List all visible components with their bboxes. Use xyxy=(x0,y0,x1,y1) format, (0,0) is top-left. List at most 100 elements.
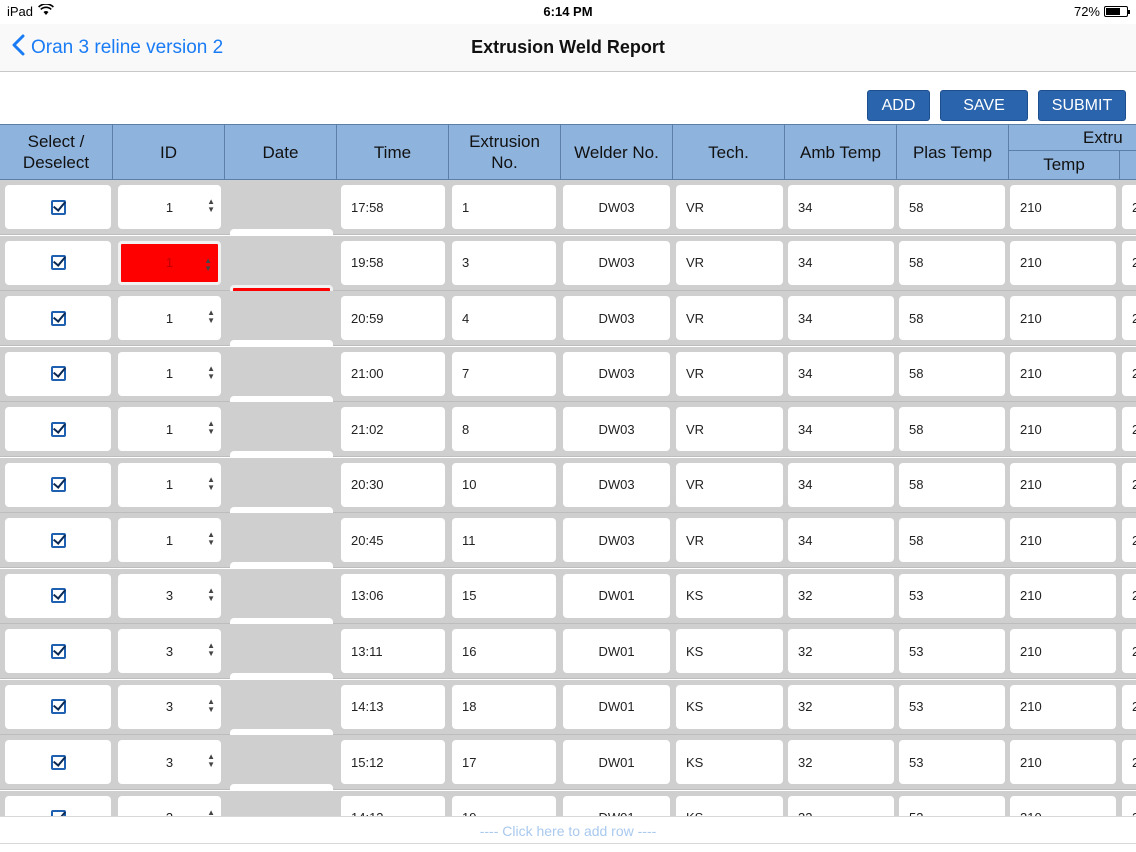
welder-no-field[interactable]: DW03 xyxy=(563,462,670,507)
select-checkbox[interactable] xyxy=(5,795,111,816)
tech-field[interactable]: VR xyxy=(676,351,783,396)
extrusion-temp-field[interactable]: 210 xyxy=(1010,462,1116,507)
next-column-field[interactable]: 2 xyxy=(1122,462,1136,507)
welder-no-field[interactable]: DW01 xyxy=(563,629,670,673)
id-stepper[interactable]: 3 ▲▼ xyxy=(118,573,221,618)
time-field[interactable]: 13:11 xyxy=(341,629,445,673)
welder-no-field[interactable]: DW01 xyxy=(563,740,670,784)
extrusion-temp-field[interactable]: 210 xyxy=(1010,185,1116,229)
plas-temp-field[interactable]: 58 xyxy=(899,296,1005,340)
stepper-arrows-icon[interactable]: ▲▼ xyxy=(207,808,215,816)
time-field[interactable]: 21:02 xyxy=(341,407,445,451)
tech-field[interactable]: KS xyxy=(676,684,783,729)
next-column-field[interactable]: 2 xyxy=(1122,740,1136,784)
plas-temp-field[interactable]: 53 xyxy=(899,740,1005,784)
time-field[interactable]: 14:13 xyxy=(341,795,445,816)
amb-temp-field[interactable]: 34 xyxy=(788,407,894,451)
extrusion-no-field[interactable]: 18 xyxy=(452,684,556,729)
plas-temp-field[interactable]: 58 xyxy=(899,462,1005,507)
amb-temp-field[interactable]: 32 xyxy=(788,573,894,618)
plas-temp-field[interactable]: 53 xyxy=(899,795,1005,816)
extrusion-no-field[interactable]: 17 xyxy=(452,740,556,784)
header-select[interactable]: Select / Deselect xyxy=(0,125,113,179)
id-stepper[interactable]: 1 ▲ ▼ xyxy=(118,462,221,507)
save-button[interactable]: SAVE xyxy=(940,90,1028,121)
select-checkbox[interactable] xyxy=(5,573,111,618)
amb-temp-field[interactable]: 34 xyxy=(788,351,894,396)
time-field[interactable]: 20:59 xyxy=(341,296,445,340)
stepper-arrows-icon[interactable]: ▲▼ xyxy=(207,697,215,714)
extrusion-temp-field[interactable]: 210 xyxy=(1010,684,1116,729)
extrusion-no-field[interactable]: 15 xyxy=(452,573,556,618)
extrusion-no-field[interactable]: 3 xyxy=(452,240,556,285)
time-field[interactable]: 15:12 xyxy=(341,740,445,784)
amb-temp-field[interactable]: 32 xyxy=(788,740,894,784)
id-stepper[interactable]: 1 ▲ ▼ xyxy=(118,351,221,396)
extrusion-temp-field[interactable]: 210 xyxy=(1010,740,1116,784)
select-checkbox[interactable] xyxy=(5,684,111,729)
select-checkbox[interactable] xyxy=(5,629,111,673)
stepper-arrows-icon[interactable]: ▲▼ xyxy=(207,753,215,769)
select-checkbox[interactable] xyxy=(5,296,111,340)
submit-button[interactable]: SUBMIT xyxy=(1038,90,1126,121)
extrusion-no-field[interactable]: 1 xyxy=(452,185,556,229)
welder-no-field[interactable]: DW03 xyxy=(563,296,670,340)
id-stepper[interactable]: 3 ▲▼ xyxy=(118,740,221,784)
extrusion-temp-field[interactable]: 210 xyxy=(1010,351,1116,396)
tech-field[interactable]: KS xyxy=(676,795,783,816)
select-checkbox[interactable] xyxy=(5,351,111,396)
extrusion-temp-field[interactable]: 210 xyxy=(1010,518,1116,562)
extrusion-temp-field[interactable]: 210 xyxy=(1010,240,1116,285)
next-column-field[interactable]: 2 xyxy=(1122,185,1136,229)
stepper-arrows-icon[interactable]: ▲▼ xyxy=(207,531,215,547)
welder-no-field[interactable]: DW03 xyxy=(563,407,670,451)
extrusion-no-field[interactable]: 10 xyxy=(452,462,556,507)
next-column-field[interactable]: 2 xyxy=(1122,795,1136,816)
tech-field[interactable]: VR xyxy=(676,462,783,507)
id-stepper[interactable]: 1 ▲ ▼ xyxy=(118,240,221,285)
stepper-arrows-icon[interactable]: ▲▼ xyxy=(207,364,215,381)
id-stepper[interactable]: 1 ▲ ▼ xyxy=(118,518,221,562)
stepper-arrows-icon[interactable]: ▲▼ xyxy=(207,420,215,436)
plas-temp-field[interactable]: 58 xyxy=(899,351,1005,396)
stepper-arrows-icon[interactable]: ▲▼ xyxy=(207,309,215,325)
amb-temp-field[interactable]: 32 xyxy=(788,684,894,729)
id-stepper[interactable]: 1 ▲ ▼ xyxy=(118,407,221,451)
id-stepper[interactable]: 1 ▲ ▼ xyxy=(118,185,221,229)
amb-temp-field[interactable]: 34 xyxy=(788,462,894,507)
plas-temp-field[interactable]: 53 xyxy=(899,629,1005,673)
time-field[interactable]: 19:58 xyxy=(341,240,445,285)
amb-temp-field[interactable]: 34 xyxy=(788,518,894,562)
plas-temp-field[interactable]: 58 xyxy=(899,407,1005,451)
extrusion-temp-field[interactable]: 210 xyxy=(1010,573,1116,618)
welder-no-field[interactable]: DW01 xyxy=(563,795,670,816)
extrusion-no-field[interactable]: 8 xyxy=(452,407,556,451)
welder-no-field[interactable]: DW03 xyxy=(563,240,670,285)
plas-temp-field[interactable]: 53 xyxy=(899,573,1005,618)
next-column-field[interactable]: 2 xyxy=(1122,684,1136,729)
next-column-field[interactable]: 2 xyxy=(1122,573,1136,618)
next-column-field[interactable]: 2 xyxy=(1122,407,1136,451)
stepper-arrows-icon[interactable]: ▲▼ xyxy=(207,642,215,658)
tech-field[interactable]: VR xyxy=(676,185,783,229)
next-column-field[interactable]: 2 xyxy=(1122,351,1136,396)
time-field[interactable]: 13:06 xyxy=(341,573,445,618)
tech-field[interactable]: KS xyxy=(676,740,783,784)
plas-temp-field[interactable]: 58 xyxy=(899,518,1005,562)
select-checkbox[interactable] xyxy=(5,518,111,562)
time-field[interactable]: 21:00 xyxy=(341,351,445,396)
stepper-arrows-icon[interactable]: ▲▼ xyxy=(207,475,215,492)
stepper-arrows-icon[interactable]: ▲▼ xyxy=(207,198,215,214)
select-checkbox[interactable] xyxy=(5,407,111,451)
select-checkbox[interactable] xyxy=(5,462,111,507)
amb-temp-field[interactable]: 34 xyxy=(788,240,894,285)
plas-temp-field[interactable]: 58 xyxy=(899,240,1005,285)
amb-temp-field[interactable]: 34 xyxy=(788,185,894,229)
amb-temp-field[interactable]: 32 xyxy=(788,629,894,673)
next-column-field[interactable]: 2 xyxy=(1122,240,1136,285)
id-stepper[interactable]: 1 ▲ ▼ xyxy=(118,296,221,340)
time-field[interactable]: 14:13 xyxy=(341,684,445,729)
extrusion-no-field[interactable]: 11 xyxy=(452,518,556,562)
tech-field[interactable]: VR xyxy=(676,407,783,451)
welder-no-field[interactable]: DW03 xyxy=(563,518,670,562)
